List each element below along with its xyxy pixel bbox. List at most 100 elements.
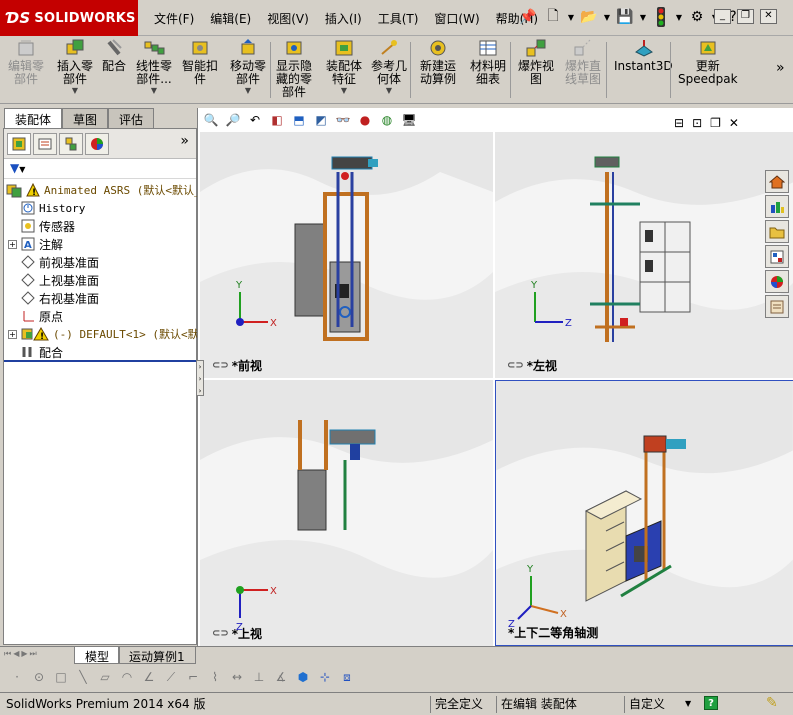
cube-icon[interactable]: ⬢ [294,668,312,686]
line-icon[interactable]: ╲ [74,668,92,686]
dropdown-arrow-icon[interactable]: ▼ [603,6,611,28]
menu-item[interactable]: 窗口(W) [426,8,487,29]
menu-item[interactable]: 插入(I) [317,8,370,29]
split-views-icon[interactable]: ⊡ [692,116,702,130]
appearances-icon[interactable] [765,270,789,293]
help-icon[interactable]: ? [704,696,718,710]
dropdown-arrow-icon[interactable]: ▼ [685,699,691,708]
configuration-manager-tab-icon[interactable] [59,133,83,155]
dropdown-arrow-icon[interactable]: ▼ [675,6,683,28]
filter-icon[interactable]: ▼ [10,161,19,175]
point-icon[interactable]: · [8,668,26,686]
status-custom-units[interactable]: 自定义 [624,696,669,713]
file-explorer-icon[interactable] [765,220,789,243]
spline-icon[interactable]: ⌇ [206,668,224,686]
view-palette-icon[interactable] [765,245,789,268]
toolbar-button[interactable]: Instant3D [614,38,673,73]
dropdown-arrow-icon[interactable]: ▼ [72,87,78,95]
menu-item[interactable]: 文件(F) [146,8,202,29]
tangent-arc-icon[interactable]: ∠ [140,668,158,686]
tree-item[interactable]: + A 注解 [8,235,63,253]
close-icon[interactable]: ✕ [760,9,777,24]
edit-appearance-icon[interactable]: ● [356,112,374,128]
toolbar-button[interactable]: 装配体 特征 ▼ [326,38,362,95]
graphics-area[interactable]: 🔍 🔎 ↶ ◧ ⬒ ◩ 👓 ● ◍ 🖥 ⊟ ⊡ ❐ ✕ Y X ⊂⊃ *前视 Y… [197,108,793,646]
viewport-left[interactable]: Y Z ⊂⊃ *左视 [495,132,793,378]
menu-item[interactable]: 视图(V) [259,8,317,29]
toolbar-button[interactable]: 爆炸直 线草图 [565,38,601,86]
toolbar-button[interactable]: 参考几 何体 ▼ [371,38,407,95]
dropdown-arrow-icon[interactable]: ▼ [639,6,647,28]
tree-item[interactable]: 上视基准面 [8,271,99,289]
viewport-top[interactable]: Z X ⊂⊃ *上视 [200,380,493,646]
view-settings-icon[interactable]: 🖥 [400,112,418,128]
tree-item[interactable]: 传感器 [8,217,75,235]
tree-item[interactable]: 配合 [8,343,63,361]
tree-item[interactable]: History [8,199,85,217]
first-tab-icon[interactable]: ⏮ [4,649,11,659]
hide-show-items-icon[interactable]: 👓 [334,112,352,128]
custom-properties-icon[interactable] [765,295,789,318]
dropdown-arrow-icon[interactable]: ▼ [151,87,157,95]
display-style-icon[interactable]: ◩ [312,112,330,128]
left-tab[interactable]: 草图 [62,108,109,128]
toolbar-button[interactable]: 更新 Speedpak [678,38,738,86]
angle-icon[interactable]: ∡ [272,668,290,686]
section-view-icon[interactable]: ◧ [268,112,286,128]
link-views-icon[interactable]: ⊟ [674,116,684,130]
tab-motion-study-1[interactable]: 运动算例1 [118,647,196,664]
open-folder-icon[interactable]: 📂 [578,6,600,28]
left-tab[interactable]: 装配体 [4,108,63,128]
tab-model[interactable]: 模型 [74,647,121,664]
dropdown-arrow-icon[interactable]: ▼ [341,87,347,95]
expand-icon[interactable]: + [8,239,17,249]
rectangle-icon[interactable]: □ [52,668,70,686]
last-tab-icon[interactable]: ⏭ [30,649,37,659]
expand-icon[interactable]: + [8,329,17,339]
pin-icon[interactable]: 📌 [517,6,539,28]
dropdown-arrow-icon[interactable]: ▼ [245,87,251,95]
display-manager-tab-icon[interactable] [85,133,109,155]
options-gear-icon[interactable]: ⚙ [686,6,708,28]
restore-view-icon[interactable]: ❐ [710,116,721,130]
toolbar-button[interactable]: 线性零 部件... ▼ [136,38,172,95]
panel-collapse-handle[interactable]: › › › [196,360,204,396]
triad-icon[interactable]: ⊹ [316,668,334,686]
parallelogram-icon[interactable]: ▱ [96,668,114,686]
toolbar-button[interactable]: 智能扣件 [182,38,218,86]
tree-item[interactable]: 右视基准面 [8,289,99,307]
toolbar-button[interactable]: 爆炸视图 [518,38,554,86]
viewport-isometric[interactable]: Y X Z *上下二等角轴测 [495,380,793,646]
tree-root[interactable]: ! Animated ASRS (默认<默认_ [6,181,201,199]
corner-icon[interactable]: ⌐ [184,668,202,686]
dimension-icon[interactable]: ↔ [228,668,246,686]
arc-icon[interactable]: ◠ [118,668,136,686]
dropdown-arrow-icon[interactable]: ▼ [19,165,25,174]
apply-scene-icon[interactable]: ◍ [378,112,396,128]
close-view-icon[interactable]: ✕ [729,116,739,130]
toolbar-button[interactable]: 新建运 动算例 [420,38,456,86]
tree-item[interactable]: +! (-) DEFAULT<1> (默认<默 [8,325,199,343]
menu-item[interactable]: 编辑(E) [202,8,259,29]
toolbar-button[interactable]: 插入零 部件 ▼ [57,38,93,95]
toolbar-button[interactable]: 编辑零 部件 [8,38,44,86]
tree-item[interactable]: 原点 [8,307,63,325]
minimize-icon[interactable]: _ [714,9,731,24]
zoom-to-area-icon[interactable]: 🔎 [224,112,242,128]
save-icon[interactable]: 💾 [614,6,636,28]
new-document-icon[interactable]: 🗋 [542,6,564,28]
panel-expand-icon[interactable]: » [180,133,193,154]
viewport-front[interactable]: Y X ⊂⊃ *前视 [200,132,493,378]
toolbar-button[interactable]: 移动零 部件 ▼ [230,38,266,95]
toolbar-button[interactable]: 显示隐 藏的零 部件 [276,38,312,99]
restore-icon[interactable]: ❐ [737,9,754,24]
relation-icon[interactable]: ⧈ [338,668,356,686]
tag-icon[interactable]: ✎ [766,695,778,711]
toolbar-button[interactable]: 配合 [102,38,126,73]
toolbar-more-icon[interactable]: » [776,60,785,76]
solidworks-resources-icon[interactable] [765,170,789,193]
trim-icon[interactable]: ⊥ [250,668,268,686]
menu-item[interactable]: 工具(T) [370,8,427,29]
dropdown-arrow-icon[interactable]: ▼ [567,6,575,28]
next-tab-icon[interactable]: ▶ [21,649,27,659]
